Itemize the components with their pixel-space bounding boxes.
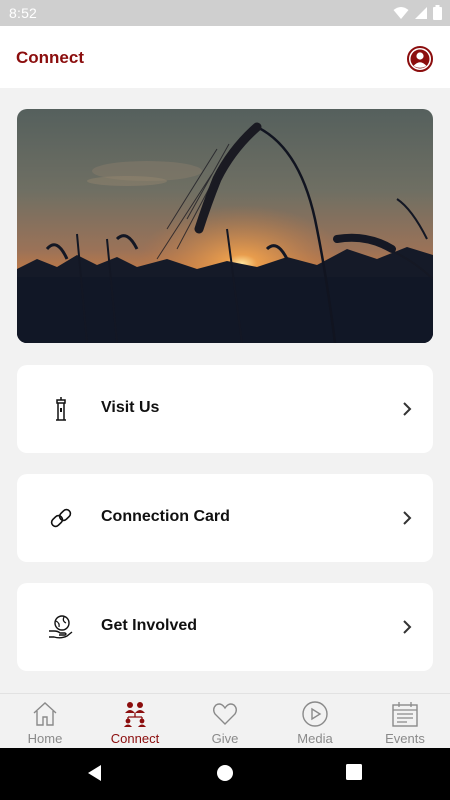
home-nav-icon[interactable] [216, 764, 234, 782]
wheat-sunset-image [17, 109, 433, 343]
wifi-icon [393, 6, 409, 19]
tab-home[interactable]: Home [0, 694, 90, 748]
chevron-right-icon [403, 402, 412, 416]
tab-events[interactable]: Events [360, 694, 450, 748]
play-circle-icon [302, 701, 328, 727]
card-label: Visit Us [101, 399, 160, 416]
home-icon [33, 702, 57, 726]
page-title: Connect [16, 48, 84, 67]
connection-card-card[interactable]: Connection Card [17, 474, 433, 562]
card-label: Connection Card [101, 508, 230, 525]
get-involved-card[interactable]: Get Involved [17, 583, 433, 671]
chevron-right-icon [403, 511, 412, 525]
globe-hand-icon [49, 615, 73, 639]
status-time: 8:52 [9, 5, 38, 21]
status-bar: 8:52 [0, 0, 450, 26]
lighthouse-icon [56, 397, 66, 421]
status-icons [393, 5, 442, 20]
tab-label: Connect [110, 731, 160, 746]
tab-label: Media [297, 731, 333, 746]
calendar-icon [392, 702, 418, 727]
tab-label: Give [211, 731, 239, 746]
app-bar: Connect [0, 26, 450, 88]
signal-icon [415, 6, 427, 19]
tab-label: Home [27, 731, 63, 746]
people-icon [124, 702, 146, 727]
hero-image [17, 109, 433, 343]
visit-us-card[interactable]: Visit Us [17, 365, 433, 453]
card-label: Get Involved [101, 617, 198, 634]
tab-give[interactable]: Give [180, 694, 270, 748]
recents-icon[interactable] [346, 764, 362, 780]
heart-icon [213, 703, 237, 725]
back-icon[interactable] [86, 764, 104, 782]
system-nav-bar [0, 748, 450, 800]
chevron-right-icon [403, 620, 412, 634]
tab-media[interactable]: Media [270, 694, 360, 748]
tab-connect[interactable]: Connect [90, 694, 180, 748]
link-icon [50, 508, 72, 528]
battery-icon [433, 5, 442, 20]
tab-label: Events [385, 731, 425, 746]
bottom-tab-bar: Home Connect Give Media Events [0, 693, 450, 748]
profile-icon[interactable] [407, 46, 433, 72]
